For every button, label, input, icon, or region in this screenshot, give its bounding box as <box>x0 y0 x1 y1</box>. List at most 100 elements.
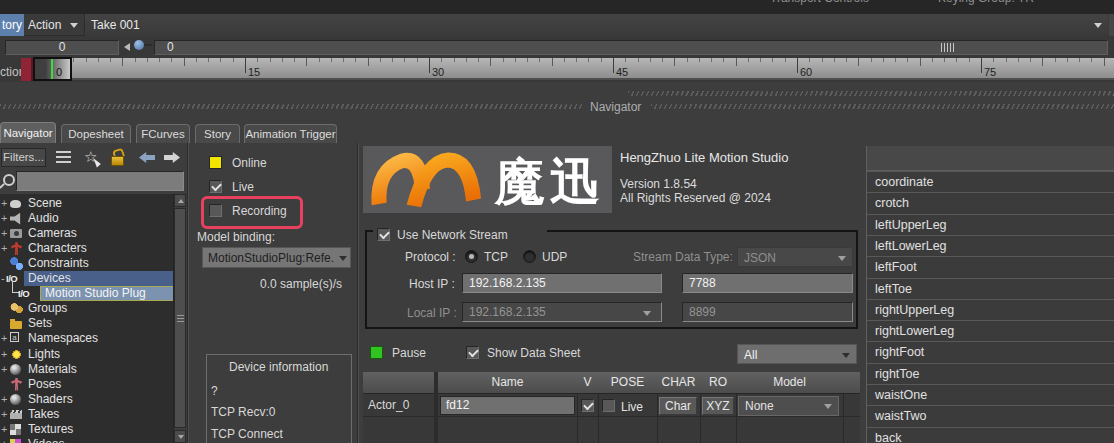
online-indicator[interactable] <box>209 156 222 169</box>
tab-animation-trigger[interactable]: Animation Trigger <box>244 124 337 143</box>
show-data-sheet-checkbox[interactable] <box>466 346 479 359</box>
tree-item-materials[interactable]: +Materials <box>0 362 173 377</box>
timeline-knob-icon[interactable] <box>134 40 144 50</box>
filters-button[interactable]: Filters... <box>1 148 46 167</box>
tree-item-takes[interactable]: +Takes <box>0 407 173 422</box>
char-button[interactable]: Char <box>659 397 697 415</box>
model-dropdown[interactable]: None <box>738 396 839 416</box>
actor-filter-dropdown[interactable]: All <box>737 344 857 364</box>
skeleton-item-waistTwo[interactable]: waistTwo <box>867 405 1114 426</box>
skeleton-item-waistOne[interactable]: waistOne <box>867 384 1114 405</box>
column-divider <box>736 394 737 443</box>
tree-item-textures[interactable]: +Textures <box>0 422 173 437</box>
ruler-tick <box>552 58 553 66</box>
skeleton-item-coordinate[interactable]: coordinate <box>867 171 1114 192</box>
pose-checkbox[interactable] <box>602 399 615 412</box>
expand-icon[interactable]: + <box>1 408 9 421</box>
column-header-v[interactable]: V <box>577 372 598 394</box>
scroll-thumb[interactable] <box>174 208 186 428</box>
expand-icon[interactable]: + <box>1 332 9 345</box>
forward-arrow-icon[interactable] <box>164 152 180 163</box>
timeline-ruler[interactable]: 1530456075 <box>33 58 1114 80</box>
expand-icon[interactable]: + <box>1 423 9 436</box>
expand-icon[interactable]: + <box>1 212 9 225</box>
tab-navigator[interactable]: Navigator <box>0 122 56 143</box>
tree-item-videos[interactable]: +Videos <box>0 437 173 443</box>
ro-button[interactable]: XYZ <box>702 397 734 415</box>
skeleton-list-header <box>867 146 1114 171</box>
take-dropdown-arrow-icon[interactable] <box>1094 23 1102 28</box>
tree-item-lights[interactable]: + Lights <box>0 347 173 362</box>
pause-indicator[interactable] <box>370 346 383 359</box>
column-header-name[interactable]: Name <box>438 372 577 394</box>
tree-item-sets[interactable]: Sets <box>0 316 173 331</box>
list-options-icon[interactable] <box>56 151 71 163</box>
scroll-grip-icon[interactable] <box>941 43 942 52</box>
tree-item-motion-studio-plug[interactable]: I/OMotion Studio Plug <box>0 286 173 301</box>
tcp-radio[interactable] <box>465 250 478 263</box>
search-input[interactable] <box>16 171 184 191</box>
skeleton-item-rightUpperLeg[interactable]: rightUpperLeg <box>867 299 1114 320</box>
actor-row-label[interactable]: Actor_0 <box>368 398 409 412</box>
v-checkbox[interactable] <box>581 399 594 412</box>
column-header-char[interactable]: CHAR <box>657 372 700 394</box>
local-port-input[interactable]: 8899 <box>682 302 853 322</box>
action-dropdown-label[interactable]: Action <box>28 18 61 32</box>
back-arrow-icon[interactable] <box>139 152 155 163</box>
timeline-scroll-field[interactable]: 0 <box>154 40 1108 55</box>
expand-icon[interactable]: + <box>1 197 9 210</box>
host-ip-input[interactable]: 192.168.2.135 <box>462 273 662 293</box>
tree-item-devices[interactable]: -I/ODevices <box>0 271 173 286</box>
tab-story[interactable]: Story <box>195 124 240 143</box>
skeleton-item-rightToe[interactable]: rightToe <box>867 363 1114 384</box>
model-binding-dropdown[interactable]: MotionStudioPlug:Refe. <box>202 247 351 268</box>
expand-icon[interactable]: + <box>1 393 9 406</box>
tree-item-shaders[interactable]: +Shaders <box>0 392 173 407</box>
tree-item-characters[interactable]: +Characters <box>0 241 173 256</box>
tree-item-namespaces[interactable]: +aNamespaces <box>0 331 173 346</box>
expand-icon[interactable]: + <box>1 348 9 361</box>
local-ip-dropdown[interactable]: 192.168.2.135 <box>462 302 662 322</box>
expand-icon[interactable]: + <box>1 363 9 376</box>
tree-item-poses[interactable]: Poses <box>0 377 173 392</box>
scroll-down-button[interactable] <box>174 430 186 443</box>
stream-type-dropdown[interactable]: JSON <box>737 247 853 267</box>
tab-dopesheet[interactable]: Dopesheet <box>61 124 131 143</box>
actor-name-input[interactable]: fd12 <box>440 396 575 415</box>
skeleton-item-crotch[interactable]: crotch <box>867 192 1114 213</box>
prev-key-icon[interactable] <box>124 43 130 51</box>
expand-icon[interactable]: + <box>1 438 9 443</box>
lock-icon-body[interactable] <box>111 156 124 166</box>
column-header-ro[interactable]: RO <box>700 372 736 394</box>
tree-item-groups[interactable]: Groups <box>0 301 173 316</box>
tree-item-cameras[interactable]: +Cameras <box>0 226 173 241</box>
column-header-model[interactable]: Model <box>736 372 843 394</box>
skeleton-item-leftLowerLeg[interactable]: leftLowerLeg <box>867 235 1114 256</box>
current-frame-field[interactable]: 0 <box>5 40 119 55</box>
story-tab[interactable]: tory <box>0 14 24 36</box>
skeleton-item-rightFoot[interactable]: rightFoot <box>867 341 1114 362</box>
live-checkbox[interactable] <box>209 180 222 193</box>
tree-item-scene[interactable]: +Scene <box>0 196 173 211</box>
expand-icon[interactable]: + <box>1 242 9 255</box>
tree-item-label: Lights <box>28 347 60 362</box>
tree-scrollbar[interactable] <box>173 194 186 443</box>
tree-item-audio[interactable]: +Audio <box>0 211 173 226</box>
playhead-box[interactable]: 0 <box>33 57 72 81</box>
timeline-red-marker[interactable] <box>21 58 33 81</box>
use-network-stream-checkbox[interactable] <box>377 228 390 241</box>
skeleton-item-leftFoot[interactable]: leftFoot <box>867 256 1114 277</box>
tab-fcurves[interactable]: FCurves <box>136 124 190 143</box>
action-dropdown-arrow-icon[interactable] <box>70 23 78 28</box>
skeleton-item-leftUpperLeg[interactable]: leftUpperLeg <box>867 214 1114 235</box>
column-header-pose[interactable]: POSE <box>598 372 657 394</box>
tree-item-constraints[interactable]: Constraints <box>0 256 173 271</box>
skeleton-item-back[interactable]: back <box>867 427 1114 443</box>
skeleton-item-leftToe[interactable]: leftToe <box>867 278 1114 299</box>
expand-icon[interactable]: + <box>1 227 9 240</box>
udp-radio[interactable] <box>523 250 536 263</box>
scroll-up-button[interactable] <box>174 194 186 207</box>
host-port-input[interactable]: 7788 <box>682 273 853 293</box>
take-tab[interactable]: Take 001 <box>85 14 1108 36</box>
skeleton-item-rightLowerLeg[interactable]: rightLowerLeg <box>867 320 1114 341</box>
